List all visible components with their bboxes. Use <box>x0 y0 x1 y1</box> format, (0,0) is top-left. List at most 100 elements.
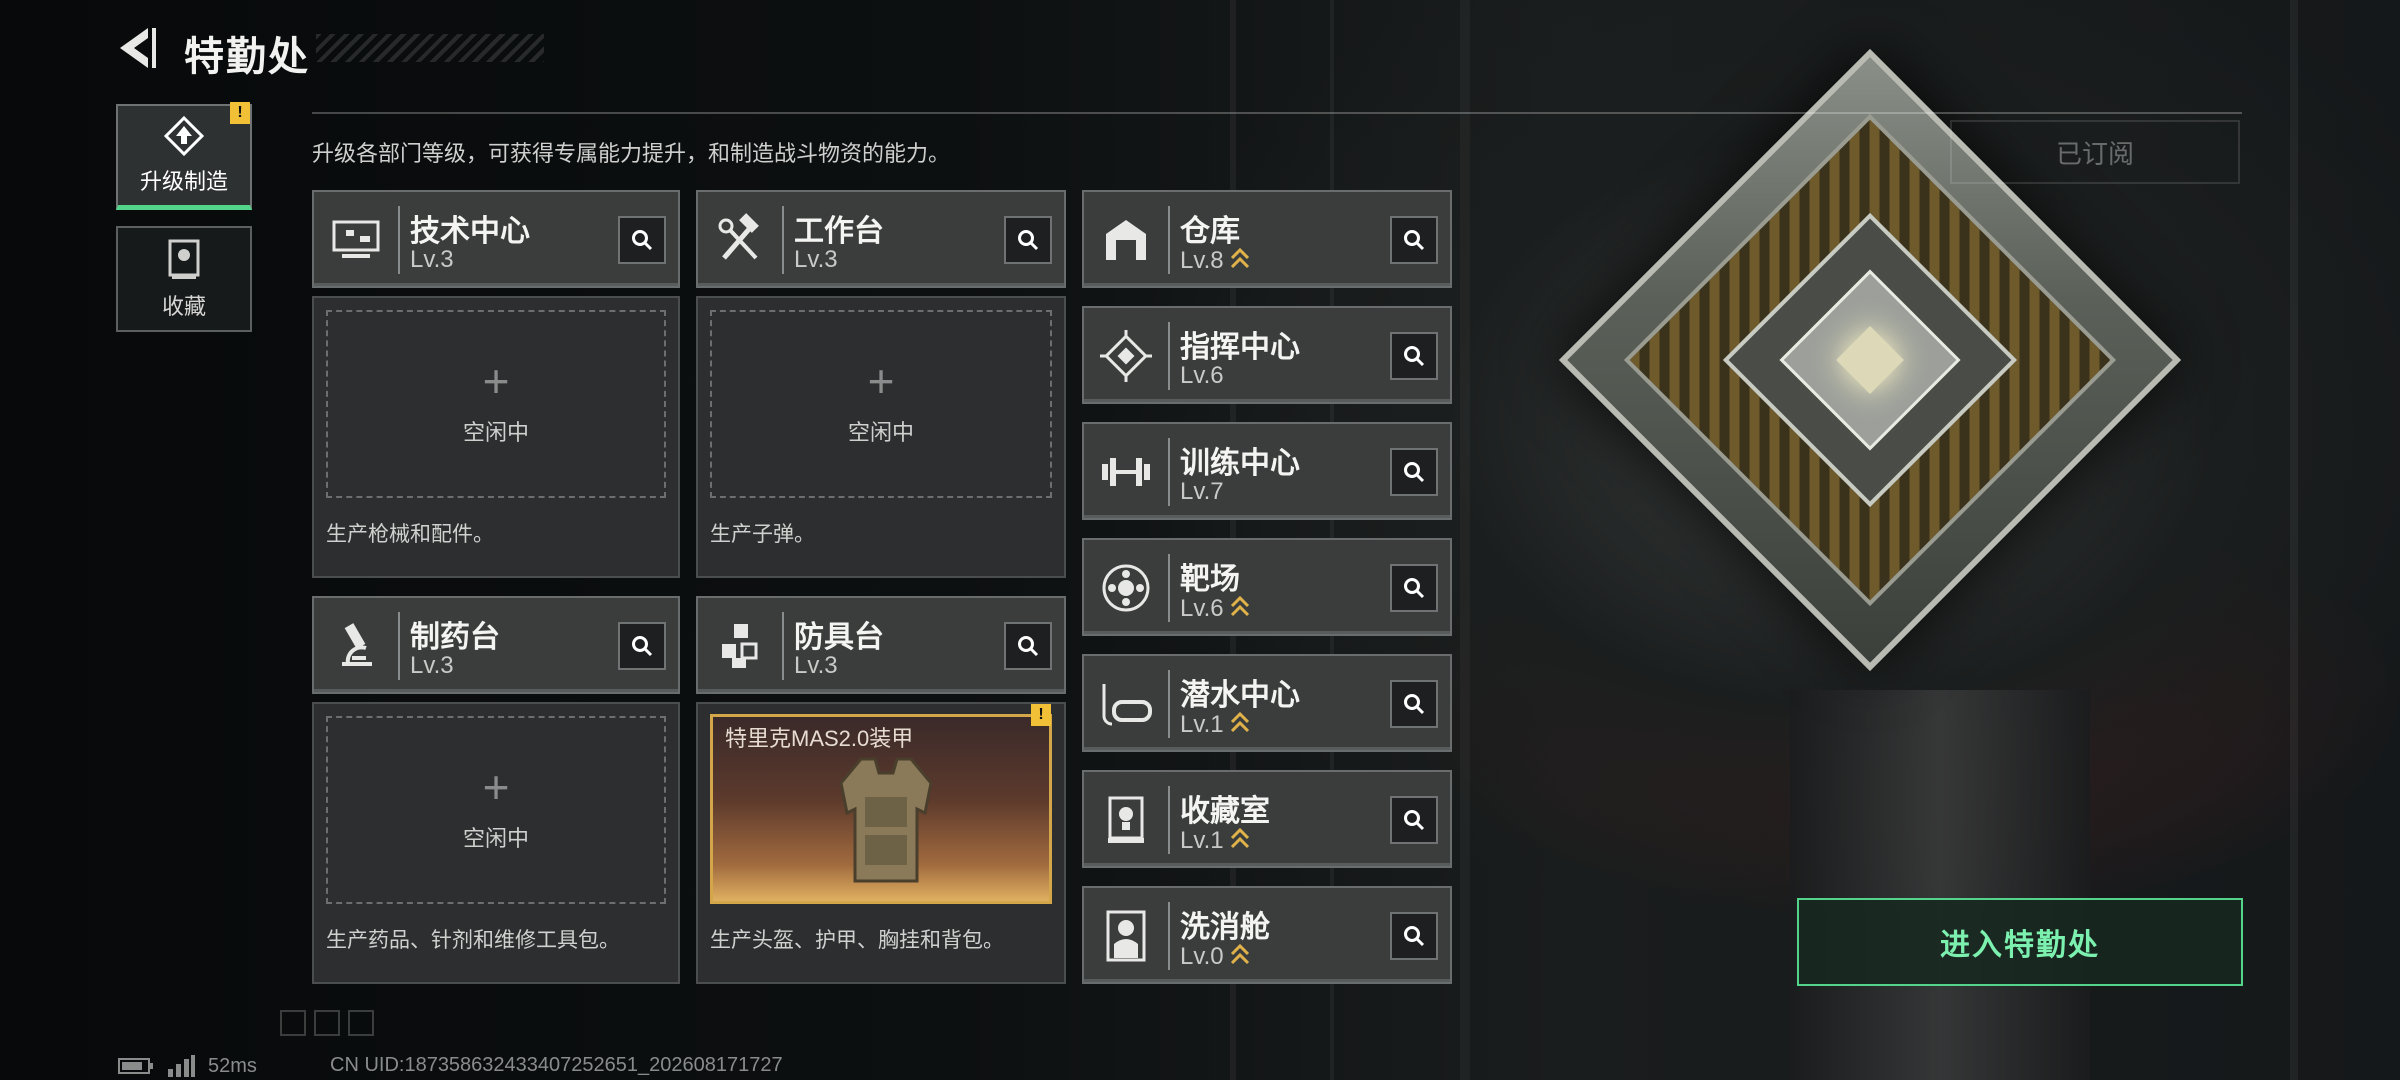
diving-mask-icon <box>1098 676 1154 732</box>
ping-value: 52ms <box>208 1054 257 1077</box>
alert-badge: ! <box>1031 704 1051 726</box>
search-icon <box>1018 636 1039 657</box>
dept-header-target[interactable]: 靶场 Lv.6 <box>1082 538 1452 636</box>
dept-name: 指挥中心 <box>1180 331 1300 364</box>
dept-level: Lv.1 <box>1180 826 1250 855</box>
target-icon <box>1098 560 1154 616</box>
craft-slot-empty[interactable]: + 空闲中 <box>326 716 666 904</box>
plus-icon: + <box>482 761 510 813</box>
search-icon <box>1404 230 1425 251</box>
plus-icon: + <box>867 355 895 407</box>
hazmat-icon <box>1098 908 1154 964</box>
level-text: Lv.8 <box>1180 247 1224 274</box>
dept-header-workbench[interactable]: 工作台 Lv.3 <box>696 190 1066 288</box>
dept-header-pharmacy[interactable]: 制药台 Lv.3 <box>312 596 680 694</box>
page-title: 特勤处 <box>184 35 310 79</box>
crafting-item-name: 特里克MAS2.0装甲 <box>725 726 914 751</box>
pillar <box>1790 690 2090 1080</box>
search-button[interactable] <box>1390 564 1438 612</box>
search-icon <box>632 230 653 251</box>
search-button[interactable] <box>1004 216 1052 264</box>
upgrade-arrow-icon <box>1230 595 1249 617</box>
dept-level: Lv.3 <box>410 652 454 679</box>
dept-body-workbench: + 空闲中 生产子弹。 <box>696 296 1066 578</box>
dept-header-armor-bench[interactable]: 防具台 Lv.3 <box>696 596 1066 694</box>
search-icon <box>1404 810 1425 831</box>
nav-collection[interactable]: 收藏 <box>116 226 252 332</box>
slot-status: 空闲中 <box>462 420 529 445</box>
dept-note: 生产头盔、护甲、胸挂和背包。 <box>710 929 1004 952</box>
upgrade-arrow-icon <box>1230 943 1249 965</box>
search-button[interactable] <box>1390 332 1438 380</box>
trophy-case-icon <box>1098 792 1154 848</box>
search-button[interactable] <box>1390 216 1438 264</box>
title-decoration <box>316 34 544 62</box>
dept-note: 生产子弹。 <box>710 523 815 546</box>
dept-header-trophy-case[interactable]: 收藏室 Lv.1 <box>1082 770 1452 868</box>
chip-icon <box>1098 328 1154 384</box>
dept-name: 工作台 <box>794 215 884 248</box>
search-button[interactable] <box>1390 796 1438 844</box>
level-text: Lv.1 <box>1180 827 1224 854</box>
crafting-item-slot[interactable]: 特里克MAS2.0装甲 <box>710 714 1052 904</box>
slot-status: 空闲中 <box>847 420 914 445</box>
craft-slot-empty[interactable]: + 空闲中 <box>710 310 1052 498</box>
dept-header-dumbbell[interactable]: 训练中心 Lv.7 <box>1082 422 1452 520</box>
dept-level: Lv.6 <box>1180 594 1250 623</box>
upgrade-hub-icon <box>163 115 205 156</box>
search-button[interactable] <box>1390 680 1438 728</box>
search-button[interactable] <box>618 622 666 670</box>
dept-name: 制药台 <box>410 621 500 654</box>
user-uid: CN UID:18735863243340725265​1_2026081717… <box>330 1054 783 1076</box>
level-text: Lv.7 <box>1180 478 1224 505</box>
level-text: Lv.6 <box>1180 595 1224 622</box>
nav-label: 升级制造 <box>139 168 228 194</box>
dept-name: 靶场 <box>1180 563 1240 596</box>
dept-header-warehouse[interactable]: 仓库 Lv.8 <box>1082 190 1452 288</box>
dept-header-hazmat[interactable]: 洗消舱 Lv.0 <box>1082 886 1452 984</box>
dept-note: 生产枪械和配件。 <box>326 523 494 546</box>
tech-monitor-icon <box>332 220 380 258</box>
dept-note: 生产药品、针剂和维修工具包。 <box>326 929 620 952</box>
back-arrow-icon[interactable] <box>112 24 160 72</box>
search-button[interactable] <box>1004 622 1052 670</box>
dept-name: 洗消舱 <box>1180 911 1270 944</box>
search-icon <box>632 636 653 657</box>
frame-icon <box>280 1010 306 1036</box>
signal-icon <box>168 1055 195 1077</box>
dept-level: Lv.0 <box>1180 942 1250 971</box>
dept-name: 训练中心 <box>1180 447 1300 480</box>
search-button[interactable] <box>618 216 666 264</box>
level-text: Lv.6 <box>1180 362 1224 389</box>
warehouse-icon <box>1098 212 1154 268</box>
enter-special-ops-button[interactable]: 进入特勤处 <box>1797 898 2243 986</box>
subscribed-button[interactable]: 已订阅 <box>1950 120 2240 184</box>
search-icon <box>1018 230 1039 251</box>
page-description: 升级各部门等级，可获得专属能力提升，和制造战斗物资的能力。 <box>312 141 951 166</box>
search-button[interactable] <box>1390 912 1438 960</box>
footer-toolbar <box>280 1010 374 1038</box>
dept-body-pharmacy: + 空闲中 生产药品、针剂和维修工具包。 <box>312 702 680 984</box>
search-icon <box>1404 578 1425 599</box>
dept-header-chip[interactable]: 指挥中心 Lv.6 <box>1082 306 1452 404</box>
dept-level: Lv.8 <box>1180 246 1250 275</box>
slot-status: 空闲中 <box>462 826 529 851</box>
hammer-wrench-icon <box>718 213 759 260</box>
frame-icon <box>348 1010 374 1036</box>
dept-level: Lv.3 <box>794 652 838 679</box>
dept-body-tech-center: + 空闲中 生产枪械和配件。 <box>312 296 680 578</box>
dept-level: Lv.3 <box>410 246 454 273</box>
dept-level: Lv.1 <box>1180 710 1250 739</box>
armor-vest-image <box>839 757 933 883</box>
dept-header-diving-mask[interactable]: 潜水中心 Lv.1 <box>1082 654 1452 752</box>
dept-name: 潜水中心 <box>1180 679 1300 712</box>
level-text: Lv.1 <box>1180 711 1224 738</box>
search-button[interactable] <box>1390 448 1438 496</box>
dept-name: 收藏室 <box>1180 795 1270 828</box>
dept-header-tech-center[interactable]: 技术中心 Lv.3 <box>312 190 680 288</box>
search-icon <box>1404 462 1425 483</box>
upgrade-arrow-icon <box>1230 827 1249 849</box>
dept-level: Lv.3 <box>794 246 838 273</box>
craft-slot-empty[interactable]: + 空闲中 <box>326 310 666 498</box>
dept-name: 技术中心 <box>410 215 530 248</box>
